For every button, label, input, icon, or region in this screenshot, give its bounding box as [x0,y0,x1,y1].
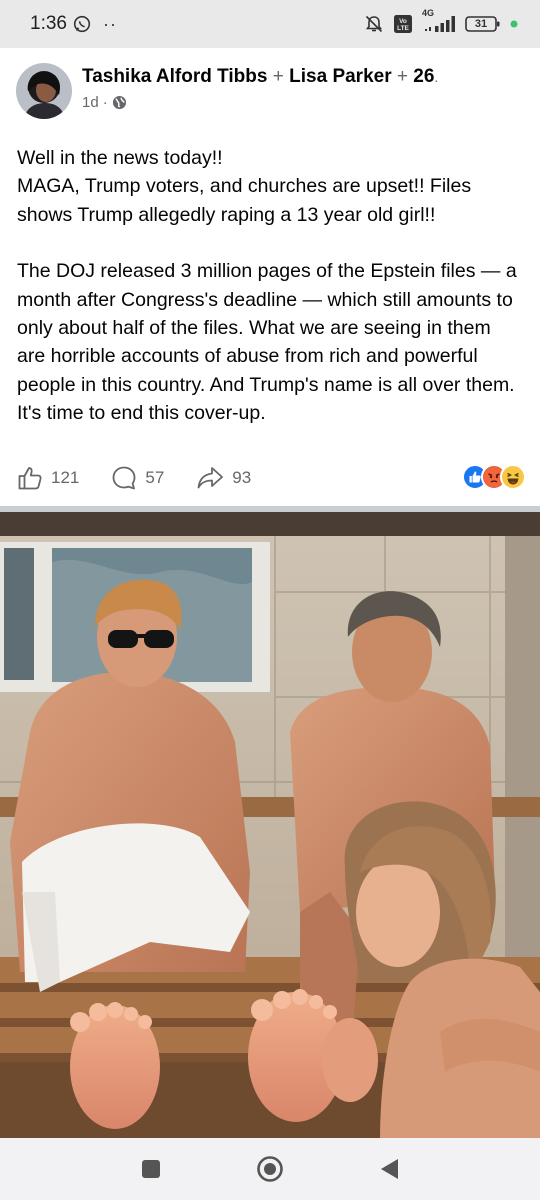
comment-icon [111,465,137,491]
post-text-line: MAGA, Trump voters, and churches are ups… [17,175,472,226]
status-time: 1:36 [30,13,67,34]
post-meta: 1d · [82,94,438,111]
comment-count: 57 [145,468,165,487]
status-bar: 1:36 ·· Vo LTE 4G 31 [0,0,540,48]
thumbs-up-icon [17,465,43,491]
post-text-paragraph: The DOJ released 3 million pages of the … [17,260,517,425]
post-time[interactable]: 1d [82,94,99,111]
others-count[interactable]: 26 [413,66,434,87]
alarm-off-icon [364,14,384,34]
post-photo[interactable] [0,512,540,1138]
meta-separator: · [102,93,108,111]
post-header: Tashika Alford Tibbs + Lisa Parker + 26.… [0,48,540,134]
whatsapp-icon [73,15,91,33]
author-separator: + [396,65,408,87]
system-nav-bar [0,1138,540,1200]
back-icon[interactable] [378,1157,400,1181]
author-name-2[interactable]: Lisa Parker [289,66,391,87]
avatar[interactable] [16,63,72,119]
like-button[interactable]: 121 [17,465,79,491]
haha-reaction-icon [500,464,526,490]
like-count: 121 [51,468,80,487]
post-text-line: Well in the news today!! [17,147,223,169]
recents-icon[interactable] [140,1158,162,1180]
volte-icon: Vo LTE [393,14,413,34]
reaction-summary[interactable] [462,464,526,490]
author-name-1[interactable]: Tashika Alford Tibbs [82,66,267,87]
battery-level: 31 [474,18,488,30]
post-authors: Tashika Alford Tibbs + Lisa Parker + 26. [82,65,439,87]
post-text: Well in the news today!! MAGA, Trump vot… [17,144,522,428]
battery-icon: 31 [465,14,501,34]
reaction-bar: 121 57 93 [0,456,540,500]
share-count: 93 [232,468,252,487]
comment-button[interactable]: 57 [111,465,164,491]
author-separator: + [272,65,284,87]
status-overflow-dots: ·· [102,13,117,34]
svg-text:Vo: Vo [399,18,407,25]
share-button[interactable]: 93 [196,465,251,491]
svg-text:LTE: LTE [397,25,409,32]
share-icon [196,465,224,491]
notification-dot-icon [510,20,518,28]
home-icon[interactable] [256,1155,284,1183]
signal-icon: 4G [422,8,456,34]
globe-icon [112,95,127,110]
network-type: 4G [422,8,435,18]
